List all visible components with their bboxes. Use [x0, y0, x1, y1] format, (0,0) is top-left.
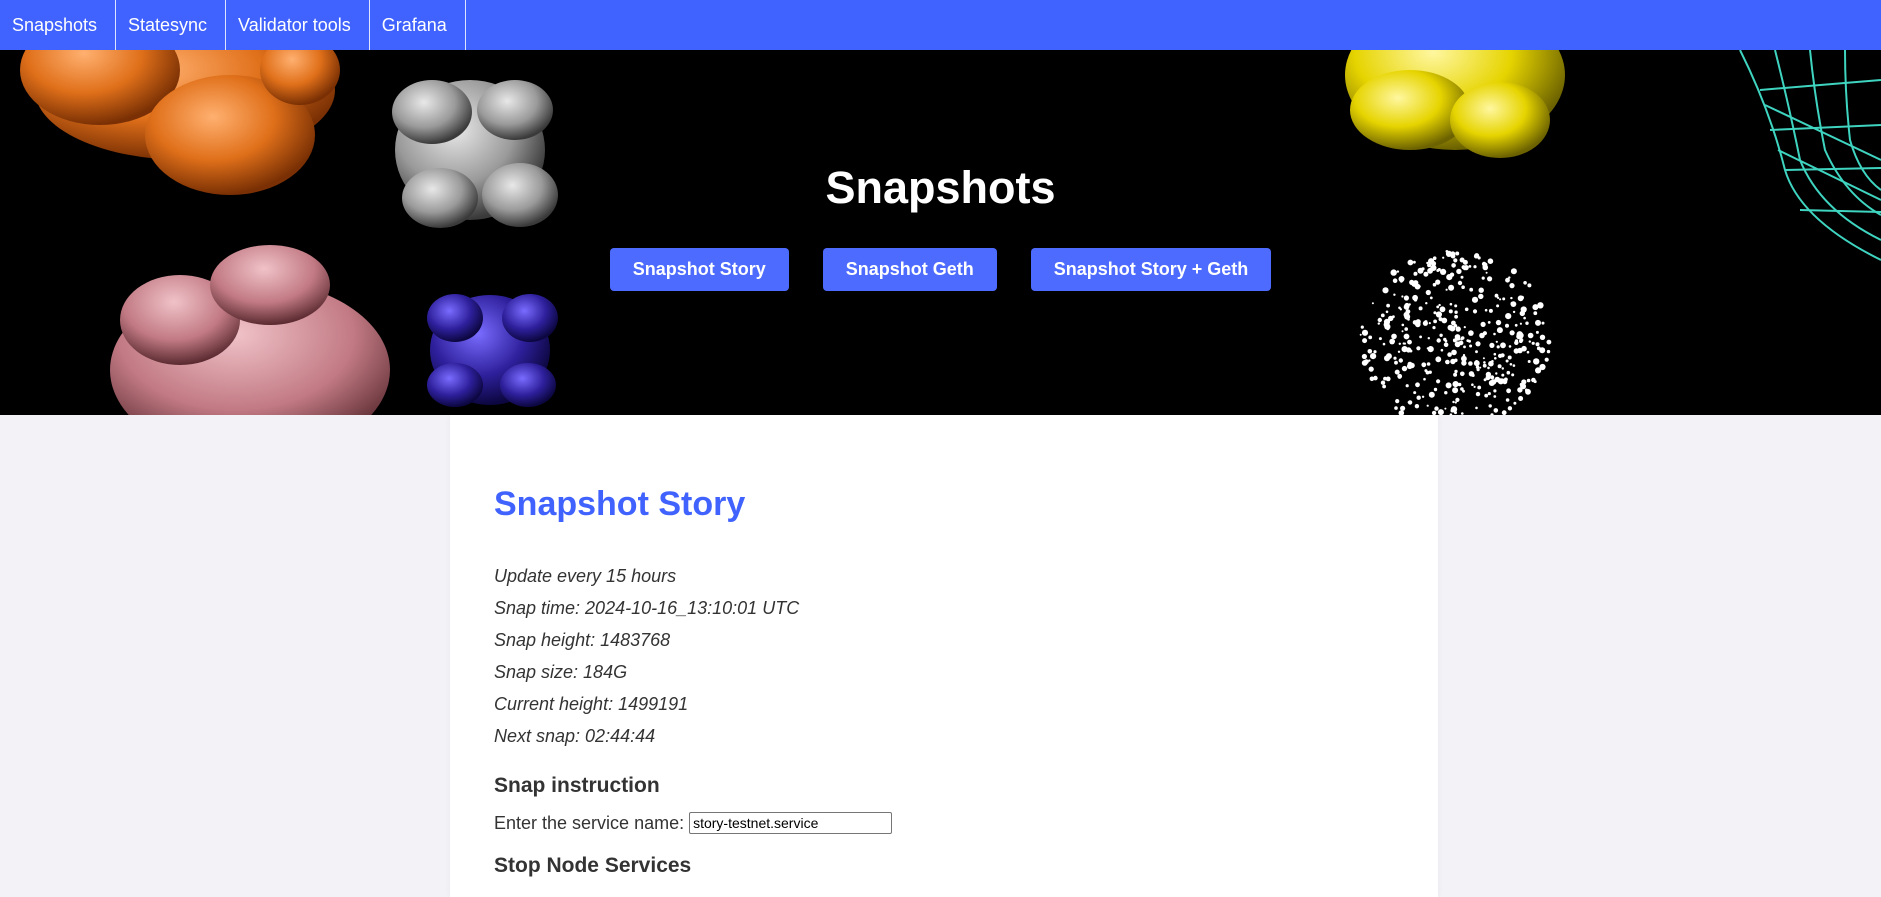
info-snap-size: Snap size: 184G	[494, 662, 628, 682]
snapshot-story-geth-button[interactable]: Snapshot Story + Geth	[1030, 248, 1272, 291]
service-name-row: Enter the service name:	[494, 812, 1438, 834]
hero-decoration	[20, 50, 1881, 415]
wireframe-shape-image	[1739, 50, 1881, 261]
yellow-blob-image	[1345, 50, 1565, 158]
info-update-interval: Update every 15 hours	[494, 566, 677, 586]
info-current-height: Current height: 1499191	[494, 694, 689, 714]
info-next-snap: Next snap: 02:44:44	[494, 726, 656, 746]
service-name-label: Enter the service name:	[494, 812, 685, 833]
nav-item-statesync[interactable]: Statesync	[116, 0, 227, 50]
hero-banner: Snapshots Snapshot Story Snapshot Geth S…	[0, 50, 1881, 415]
hero-title: Snapshots	[825, 162, 1056, 213]
service-name-input[interactable]	[689, 812, 893, 834]
snapshot-type-buttons: Snapshot Story Snapshot Geth Snapshot St…	[0, 248, 1881, 291]
snapshot-geth-button[interactable]: Snapshot Geth	[822, 248, 997, 291]
info-snap-height: Snap height: 1483768	[494, 630, 671, 650]
nav-item-grafana[interactable]: Grafana	[370, 0, 466, 50]
snapshot-card: Snapshot Story Update every 15 hours Sna…	[450, 415, 1438, 897]
instruction-heading: Snap instruction	[494, 774, 660, 797]
purple-blob-image	[427, 294, 558, 407]
info-snap-time: Snap time: 2024-10-16_13:10:01 UTC	[494, 598, 800, 618]
nav-item-validator-tools[interactable]: Validator tools	[226, 0, 370, 50]
snapshot-story-button[interactable]: Snapshot Story	[609, 248, 789, 291]
nav-item-snapshots[interactable]: Snapshots	[0, 0, 116, 50]
top-navigation: Snapshots Statesync Validator tools Graf…	[0, 0, 1881, 50]
section-title: Snapshot Story	[494, 485, 746, 523]
stop-node-heading: Stop Node Services	[494, 854, 692, 877]
